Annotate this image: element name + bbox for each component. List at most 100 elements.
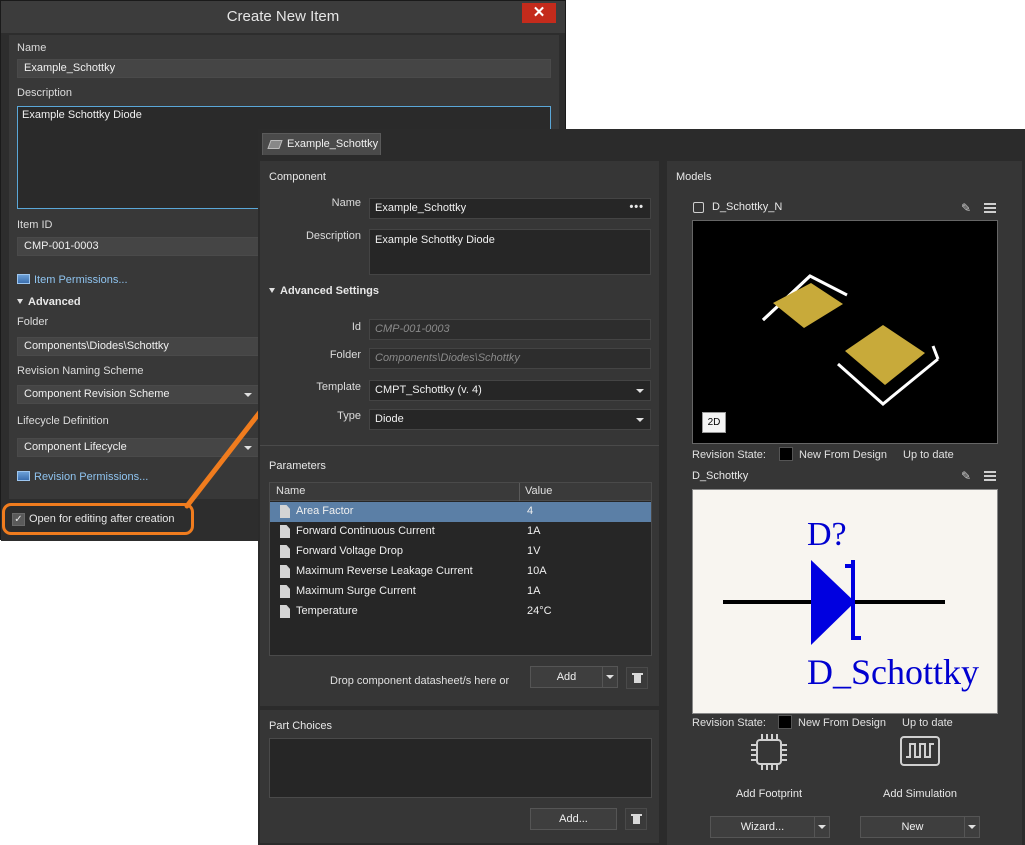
component-description-field[interactable]: Example Schottky Diode [369,229,651,275]
component-section-title: Component [269,171,326,183]
parameter-value[interactable]: 1A [527,585,540,597]
parameter-name: Maximum Reverse Leakage Current [296,565,473,577]
folder-label: Folder [329,349,361,361]
symbol-viewer[interactable]: D? D_Schottky [692,489,998,714]
add-datasheet-dropdown[interactable] [602,666,618,688]
models-pane: Models D_Schottky_N ✎ 2D Revision State:… [667,161,1022,845]
name-field[interactable]: Example_Schottky [17,59,551,78]
add-simulation-label[interactable]: Add Simulation [872,788,968,800]
parameter-name: Forward Continuous Current [296,525,435,537]
type-label: Type [337,410,361,422]
table-row[interactable]: Temperature 24°C [270,602,651,622]
add-footprint-label[interactable]: Add Footprint [729,788,809,800]
lifecycle-label: Lifecycle Definition [17,415,109,427]
part-choices-section-title: Part Choices [269,720,332,732]
footprint-3d-viewer[interactable]: 2D [692,220,998,444]
parameter-file-icon [280,585,290,598]
item-permissions-link[interactable]: Item Permissions... [17,274,128,286]
lifecycle-select[interactable]: Component Lifecycle [17,438,261,457]
document-tab[interactable]: Example_Schottky [262,133,381,155]
folder-label: Folder [17,316,49,328]
table-row[interactable]: Forward Continuous Current 1A [270,522,651,542]
column-header-value[interactable]: Value [525,485,552,497]
menu-icon[interactable] [984,471,996,481]
table-row[interactable]: Maximum Surge Current 1A [270,582,651,602]
table-row[interactable]: Forward Voltage Drop 1V [270,542,651,562]
document-tab-label: Example_Schottky [287,138,379,150]
component-name-label: Name [331,197,361,209]
parameter-file-icon [280,605,290,618]
delete-datasheet-icon[interactable] [626,667,648,689]
parameters-grid: Name Value Area Factor 4 Forward Continuou… [269,482,652,656]
permissions-icon [17,274,30,284]
part-choices-pane: Part Choices Add... [260,710,659,843]
parameter-name: Area Factor [296,505,354,517]
component-icon [267,140,283,149]
symbol-model-name: D_Schottky [692,470,749,482]
new-simulation-button[interactable]: New [860,816,965,838]
parameter-file-icon [280,525,290,538]
column-header-name[interactable]: Name [276,485,305,497]
delete-part-choice-icon[interactable] [625,808,647,830]
edit-pencil-icon[interactable]: ✎ [961,202,973,214]
new-simulation-dropdown[interactable] [964,816,980,838]
advanced-toggle[interactable]: Advanced [17,296,81,308]
revision-permissions-link[interactable]: Revision Permissions... [17,471,148,483]
parameter-value[interactable]: 1A [527,525,540,537]
component-name-value: Example_Schottky [375,202,467,214]
component-description-label: Description [305,230,361,242]
table-row[interactable]: Area Factor 4 [270,502,651,522]
description-label: Description [17,87,73,99]
footprint-revision-state-label: Revision State: [692,449,766,461]
collapse-triangle-icon [17,299,23,304]
folder-field: Components\Diodes\Schottky [369,348,651,369]
id-label: Id [351,321,361,333]
menu-icon[interactable] [984,203,996,213]
symbol-comment: D_Schottky [807,652,979,692]
component-pane: Component Name Example_Schottky ••• Desc… [260,161,659,706]
table-row[interactable]: Maximum Reverse Leakage Current 10A [270,562,651,582]
add-part-choice-button[interactable]: Add... [530,808,617,830]
open-for-editing-checkbox[interactable]: ✓ [12,513,25,526]
revision-naming-select[interactable]: Component Revision Scheme [17,385,261,404]
template-label: Template [316,381,361,393]
parameter-value[interactable]: 24°C [527,605,552,617]
part-choices-list[interactable] [269,738,652,798]
symbol-status: Up to date [902,717,953,729]
add-datasheet-button[interactable]: Add [530,666,603,688]
toggle-2d-button[interactable]: 2D [702,412,726,433]
revision-naming-label: Revision Naming Scheme [17,365,144,377]
advanced-label: Advanced [28,296,81,308]
permissions-icon [17,471,30,481]
simulation-waveform-icon[interactable] [899,735,941,769]
item-permissions-label: Item Permissions... [34,274,128,286]
drop-datasheet-text: Drop component datasheet/s here or [330,675,510,687]
type-select[interactable]: Diode [369,409,651,430]
advanced-settings-toggle[interactable]: Advanced Settings [269,285,379,297]
id-field: CMP-001-0003 [369,319,651,340]
more-options-icon[interactable]: ••• [629,199,644,217]
footprint-revision-state-value: New From Design [799,449,888,461]
edit-pencil-icon[interactable]: ✎ [961,470,973,482]
wizard-dropdown[interactable] [814,816,830,838]
template-select[interactable]: CMPT_Schottky (v. 4) [369,380,651,401]
wizard-button[interactable]: Wizard... [710,816,815,838]
parameter-value[interactable]: 4 [527,505,533,517]
footprint-chip-icon[interactable] [749,732,789,772]
parameters-grid-header: Name Value [270,483,651,501]
symbol-revision-state-value: New From Design [798,717,887,729]
close-button[interactable]: ✕ [522,3,556,23]
models-section-title: Models [676,171,712,183]
parameter-value[interactable]: 1V [527,545,540,557]
open-for-editing-label: Open for editing after creation [29,513,175,525]
component-editor: Example_Schottky Component Name Example_… [258,129,1025,845]
advanced-settings-label: Advanced Settings [280,285,380,297]
schottky-symbol-graphic: D? D_Schottky [723,516,979,692]
component-name-field[interactable]: Example_Schottky ••• [369,198,651,219]
parameter-value[interactable]: 10A [527,565,547,577]
collapse-triangle-icon [269,288,275,293]
section-divider [260,445,659,446]
revision-state-swatch [778,715,792,729]
symbol-revision-state-label: Revision State: [692,717,766,729]
footprint-pads-graphic [761,274,940,406]
